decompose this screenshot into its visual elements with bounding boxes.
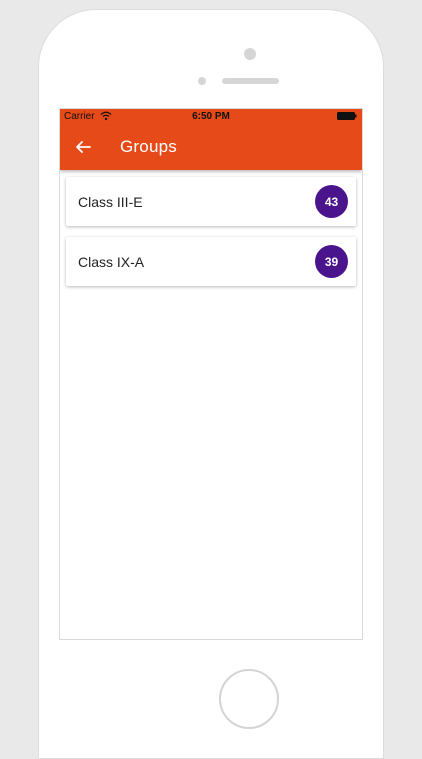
page-title: Groups (120, 137, 177, 156)
app-bar: Groups (60, 125, 362, 170)
status-time: 6:50 PM (192, 111, 230, 122)
groups-list: Class III-E 43 Class IX-A 39 (66, 177, 356, 297)
member-count-badge: 43 (315, 185, 348, 218)
group-name: Class IX-A (78, 254, 145, 270)
group-item-class-ix-a[interactable]: Class IX-A 39 (66, 237, 356, 286)
group-item-class-iii-e[interactable]: Class III-E 43 (66, 177, 356, 226)
battery-icon (337, 112, 357, 120)
front-camera (244, 48, 256, 60)
proximity-sensor (198, 77, 206, 85)
group-name: Class III-E (78, 194, 143, 210)
member-count-badge: 39 (315, 245, 348, 278)
status-bar: Carrier 6:50 PM (60, 109, 362, 125)
earpiece-speaker (222, 78, 279, 84)
app-screen: Carrier 6:50 PM Groups Class III-E 43 Cl… (59, 108, 363, 640)
home-button[interactable] (219, 669, 279, 729)
arrow-back-icon[interactable] (75, 139, 91, 155)
